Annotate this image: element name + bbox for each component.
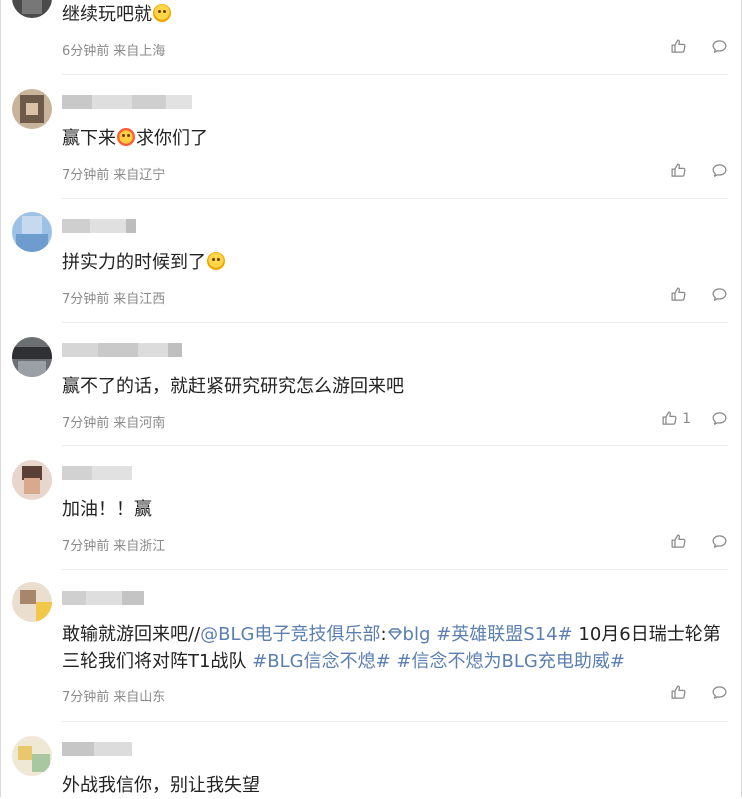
frame-left-border xyxy=(0,0,1,797)
like-count: 1 xyxy=(682,410,691,427)
reply-icon[interactable] xyxy=(711,533,728,550)
like-button[interactable] xyxy=(670,533,691,550)
divider xyxy=(62,569,728,570)
thumbs-up-icon xyxy=(671,39,686,53)
comment-text: 敢输就游回来吧//@BLG电子竞技俱乐部: blg #英雄联盟S14# 10月6日… xyxy=(62,624,721,672)
reply-icon[interactable] xyxy=(711,684,728,701)
reply-icon[interactable] xyxy=(711,410,728,427)
avatar[interactable] xyxy=(12,0,52,18)
comment-meta: 7分钟前 来自辽宁 xyxy=(62,164,165,183)
avatar[interactable] xyxy=(12,460,52,500)
username-blurred[interactable] xyxy=(62,742,132,756)
comment-meta: 7分钟前 来自江西 xyxy=(62,288,165,307)
cheer-emoji-icon xyxy=(207,252,225,270)
comment-location: 来自河南 xyxy=(113,416,166,431)
username-blurred[interactable] xyxy=(62,343,182,357)
divider xyxy=(62,198,728,199)
avatar[interactable] xyxy=(12,89,52,129)
hashtag-link[interactable]: #BLG信念不熄# xyxy=(252,651,391,672)
comment-text: 外战我信你，别让我失望 xyxy=(62,775,260,796)
avatar[interactable] xyxy=(12,582,52,622)
like-button[interactable] xyxy=(670,38,691,55)
comment-meta: 7分钟前 来自山东 xyxy=(62,686,165,705)
username-blurred[interactable] xyxy=(62,466,132,480)
comment-meta: 7分钟前 来自河南 xyxy=(62,412,165,431)
reply-icon[interactable] xyxy=(711,38,728,55)
thumbs-up-icon xyxy=(671,163,686,177)
blg-tag-link[interactable]: blg xyxy=(387,624,430,645)
comment-text: 加油！！赢 xyxy=(62,499,152,520)
hashtag-link[interactable]: #信念不熄为BLG充电助威# xyxy=(396,651,625,672)
reply-icon[interactable] xyxy=(711,286,728,303)
avatar[interactable] xyxy=(12,212,52,252)
diamond-icon xyxy=(387,628,402,641)
divider xyxy=(62,74,728,75)
comment-time: 7分钟前 xyxy=(62,690,110,705)
comment-location: 来自江西 xyxy=(113,292,166,307)
comment-time: 7分钟前 xyxy=(62,168,110,183)
comment-text: 拼实力的时候到了 xyxy=(62,249,726,276)
divider xyxy=(62,322,728,323)
smile-emoji-icon xyxy=(153,4,171,22)
username-blurred[interactable] xyxy=(62,219,136,233)
comment-text: 赢下来 求你们了 xyxy=(62,128,208,149)
username-blurred[interactable] xyxy=(62,95,192,109)
divider xyxy=(62,445,728,446)
like-button[interactable]: 1 xyxy=(661,410,691,427)
thumbs-up-icon xyxy=(671,287,686,301)
like-button[interactable] xyxy=(670,162,691,179)
thumbs-up-icon xyxy=(671,685,686,699)
comment-location: 来自上海 xyxy=(113,44,166,59)
like-button[interactable] xyxy=(670,286,691,303)
reply-icon[interactable] xyxy=(711,162,728,179)
comment-meta: 6分钟前 来自上海 xyxy=(62,40,165,59)
username-blurred[interactable] xyxy=(62,591,144,605)
hashtag-link[interactable]: #英雄联盟S14# xyxy=(436,624,573,645)
comment-time: 7分钟前 xyxy=(62,416,110,431)
like-button[interactable] xyxy=(670,684,691,701)
comment-text: 赢不了的话，就赶紧研究研究怎么游回来吧 xyxy=(62,376,404,397)
comment-location: 来自山东 xyxy=(113,690,166,705)
divider xyxy=(62,721,728,722)
comment-meta: 7分钟前 来自浙江 xyxy=(62,535,165,554)
comment-location: 来自辽宁 xyxy=(113,168,166,183)
thumbs-up-icon xyxy=(671,534,686,548)
comment-time: 7分钟前 xyxy=(62,539,110,554)
comment-location: 来自浙江 xyxy=(113,539,166,554)
thumbs-up-icon xyxy=(662,411,677,425)
avatar[interactable] xyxy=(12,337,52,377)
mention-link[interactable]: @BLG电子竞技俱乐部 xyxy=(200,624,380,645)
comment-time: 7分钟前 xyxy=(62,292,110,307)
avatar[interactable] xyxy=(12,736,52,776)
pray-emoji-icon xyxy=(117,128,135,146)
comment-text: 继续玩吧就 xyxy=(62,1,726,28)
comment-time: 6分钟前 xyxy=(62,44,110,59)
